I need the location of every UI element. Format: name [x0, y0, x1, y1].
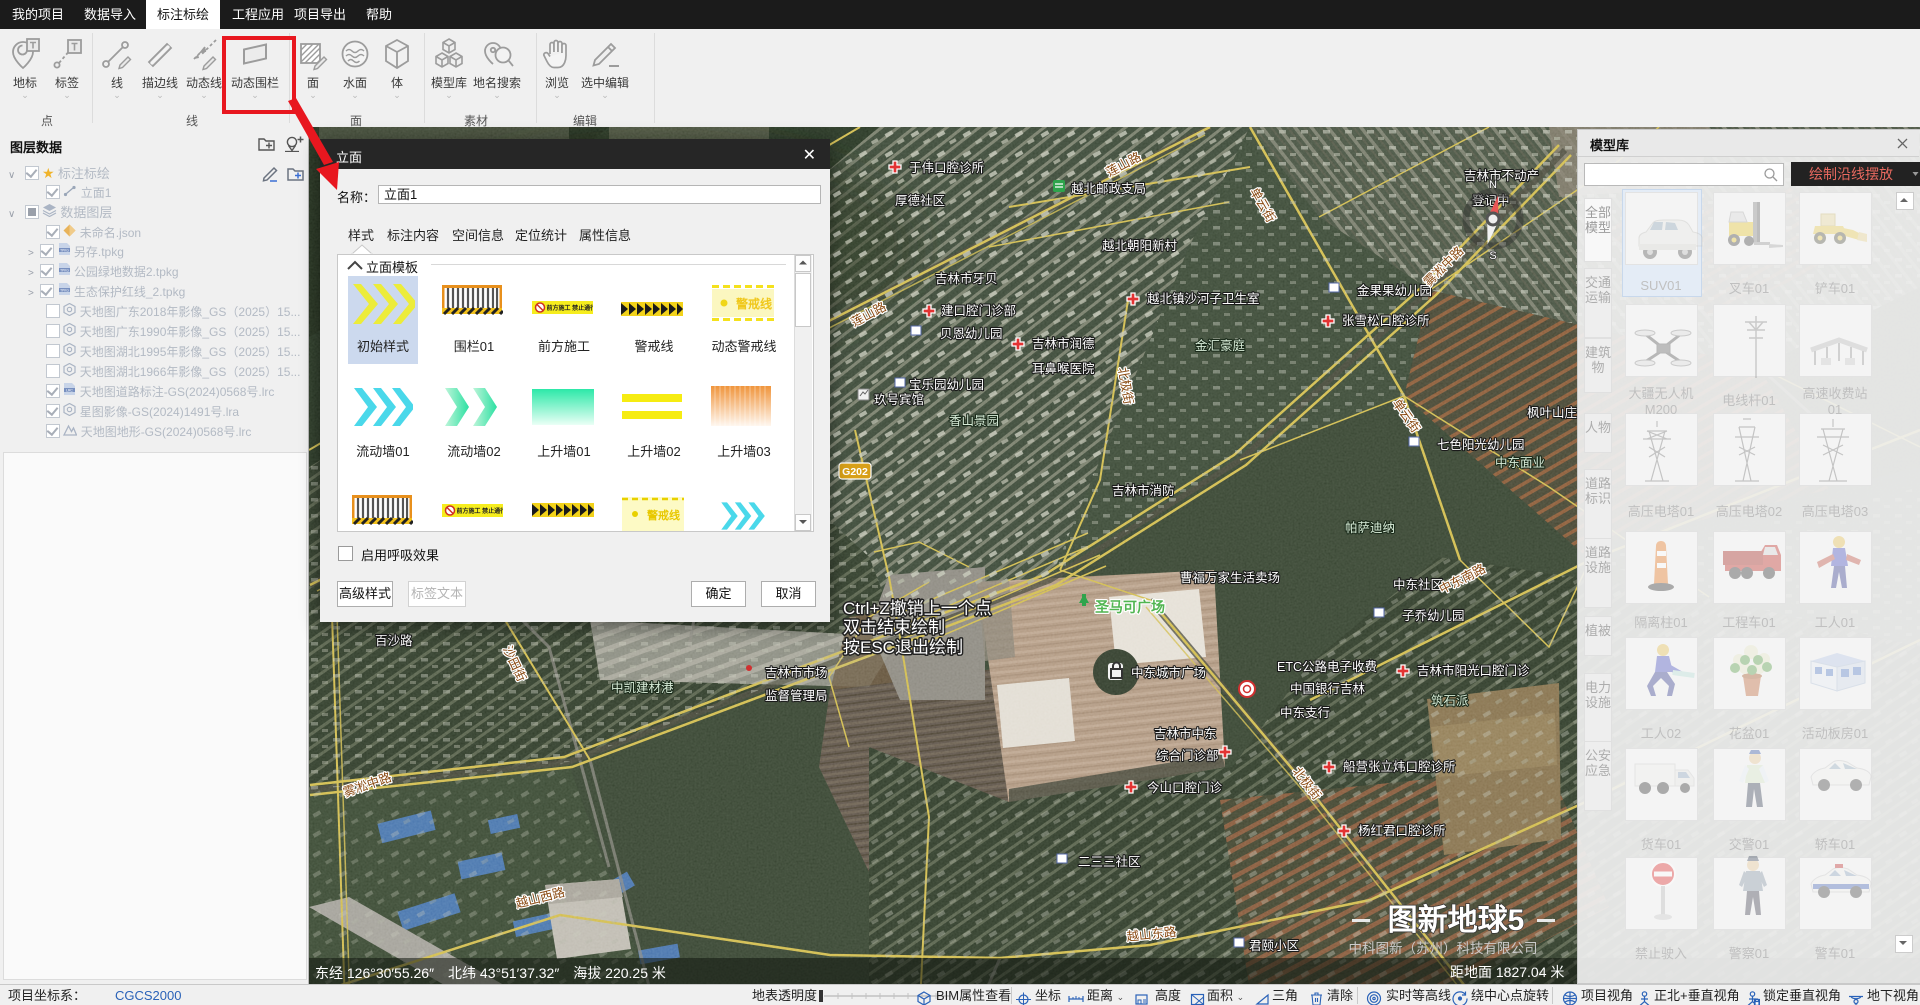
svg-text:中东社区: 中东社区: [1393, 577, 1443, 592]
svg-text:中凯建材港: 中凯建材港: [611, 680, 674, 695]
svg-text:枫叶山庄: 枫叶山庄: [1527, 405, 1577, 420]
svg-text:吉林市中东: 吉林市中东: [1154, 726, 1217, 741]
svg-text:吉林市牙贝: 吉林市牙贝: [935, 271, 998, 286]
svg-text:LRC: LRC: [66, 388, 73, 392]
svg-text:综合门诊部: 综合门诊部: [1156, 748, 1219, 763]
svg-text:厚德社区: 厚德社区: [895, 193, 945, 208]
svg-text:TPKG: TPKG: [60, 268, 69, 272]
svg-text:东经 126°30′55.26″ 北纬 43°51′37.3: 东经 126°30′55.26″ 北纬 43°51′37.32″ 海拔 220.…: [315, 965, 666, 981]
svg-text:于伟口腔诊所: 于伟口腔诊所: [909, 160, 984, 175]
svg-text:中国银行吉林: 中国银行吉林: [1290, 681, 1366, 696]
svg-text:金汇豪庭: 金汇豪庭: [1195, 338, 1246, 353]
svg-text:帕萨迪纳: 帕萨迪纳: [1345, 520, 1395, 535]
svg-text:贝恩幼儿园: 贝恩幼儿园: [940, 327, 1003, 341]
svg-text:今山口腔门诊: 今山口腔门诊: [1147, 780, 1223, 795]
svg-text:圣马可广场: 圣马可广场: [1094, 599, 1165, 615]
svg-text:越北朝阳新村: 越北朝阳新村: [1102, 238, 1178, 253]
svg-text:曹福万家生活卖场: 曹福万家生活卖场: [1180, 570, 1280, 585]
svg-text:前方施工 禁止通行: 前方施工 禁止通行: [457, 507, 504, 515]
svg-text:吉林市润德: 吉林市润德: [1032, 336, 1095, 351]
svg-text:ETC公路电子收费: ETC公路电子收费: [1277, 659, 1377, 674]
svg-text:张雪松口腔诊所: 张雪松口腔诊所: [1342, 313, 1430, 328]
svg-text:中科图新（苏州）科技有限公司: 中科图新（苏州）科技有限公司: [1349, 941, 1538, 956]
svg-text:TPKG: TPKG: [60, 288, 69, 292]
svg-text:TPKG: TPKG: [60, 248, 69, 252]
svg-text:金果果幼儿园: 金果果幼儿园: [1357, 283, 1432, 298]
svg-text:吉林市不动产: 吉林市不动产: [1464, 168, 1539, 183]
svg-text:G202: G202: [842, 466, 868, 478]
svg-text:子乔幼儿园: 子乔幼儿园: [1402, 609, 1465, 623]
svg-text:中东城市广场: 中东城市广场: [1131, 665, 1206, 680]
svg-text:双击结束绘制: 双击结束绘制: [843, 618, 945, 637]
svg-text:君颐小区: 君颐小区: [1249, 939, 1299, 953]
svg-text:船营张立炜口腔诊所: 船营张立炜口腔诊所: [1343, 759, 1456, 774]
svg-text:香山景园: 香山景园: [949, 414, 999, 428]
svg-text:Ctrl+Z撤销上一个点: Ctrl+Z撤销上一个点: [843, 599, 992, 618]
svg-text:越北邮政支局: 越北邮政支局: [1071, 182, 1146, 196]
svg-text:耳鼻喉医院: 耳鼻喉医院: [1032, 361, 1095, 376]
svg-text:杨红君口腔诊所: 杨红君口腔诊所: [1358, 823, 1446, 838]
svg-text:玖号宾馆: 玖号宾馆: [874, 392, 924, 407]
svg-text:吉林市阳光口腔门诊: 吉林市阳光口腔门诊: [1417, 663, 1530, 678]
svg-text:警戒线: 警戒线: [735, 296, 772, 311]
svg-text:按ESC退出绘制: 按ESC退出绘制: [843, 638, 963, 657]
svg-text:N: N: [1489, 179, 1497, 191]
svg-text:筑石派: 筑石派: [1431, 693, 1469, 708]
svg-text:前方施工 禁止通行: 前方施工 禁止通行: [547, 304, 594, 312]
svg-text:宝乐园幼儿园: 宝乐园幼儿园: [909, 378, 984, 392]
svg-text:吉林市市场: 吉林市市场: [765, 665, 828, 680]
svg-text:中东支行: 中东支行: [1280, 705, 1330, 720]
svg-text:七色阳光幼儿园: 七色阳光幼儿园: [1437, 437, 1525, 452]
svg-text:距地面 1827.04 米: 距地面 1827.04 米: [1450, 964, 1564, 980]
svg-text:建口腔门诊部: 建口腔门诊部: [941, 303, 1016, 318]
svg-text:二三三社区: 二三三社区: [1078, 854, 1141, 869]
svg-text:吉林市消防: 吉林市消防: [1112, 483, 1175, 498]
svg-text:图新地球5: 图新地球5: [1388, 904, 1525, 937]
svg-text:中东面业: 中东面业: [1495, 455, 1545, 470]
svg-text:S: S: [1489, 250, 1496, 262]
svg-text:监督管理局: 监督管理局: [765, 688, 828, 703]
svg-text:警戒线: 警戒线: [646, 508, 680, 522]
svg-text:越北镇沙河子卫生室: 越北镇沙河子卫生室: [1147, 291, 1260, 306]
svg-text:百沙路: 百沙路: [375, 633, 413, 648]
